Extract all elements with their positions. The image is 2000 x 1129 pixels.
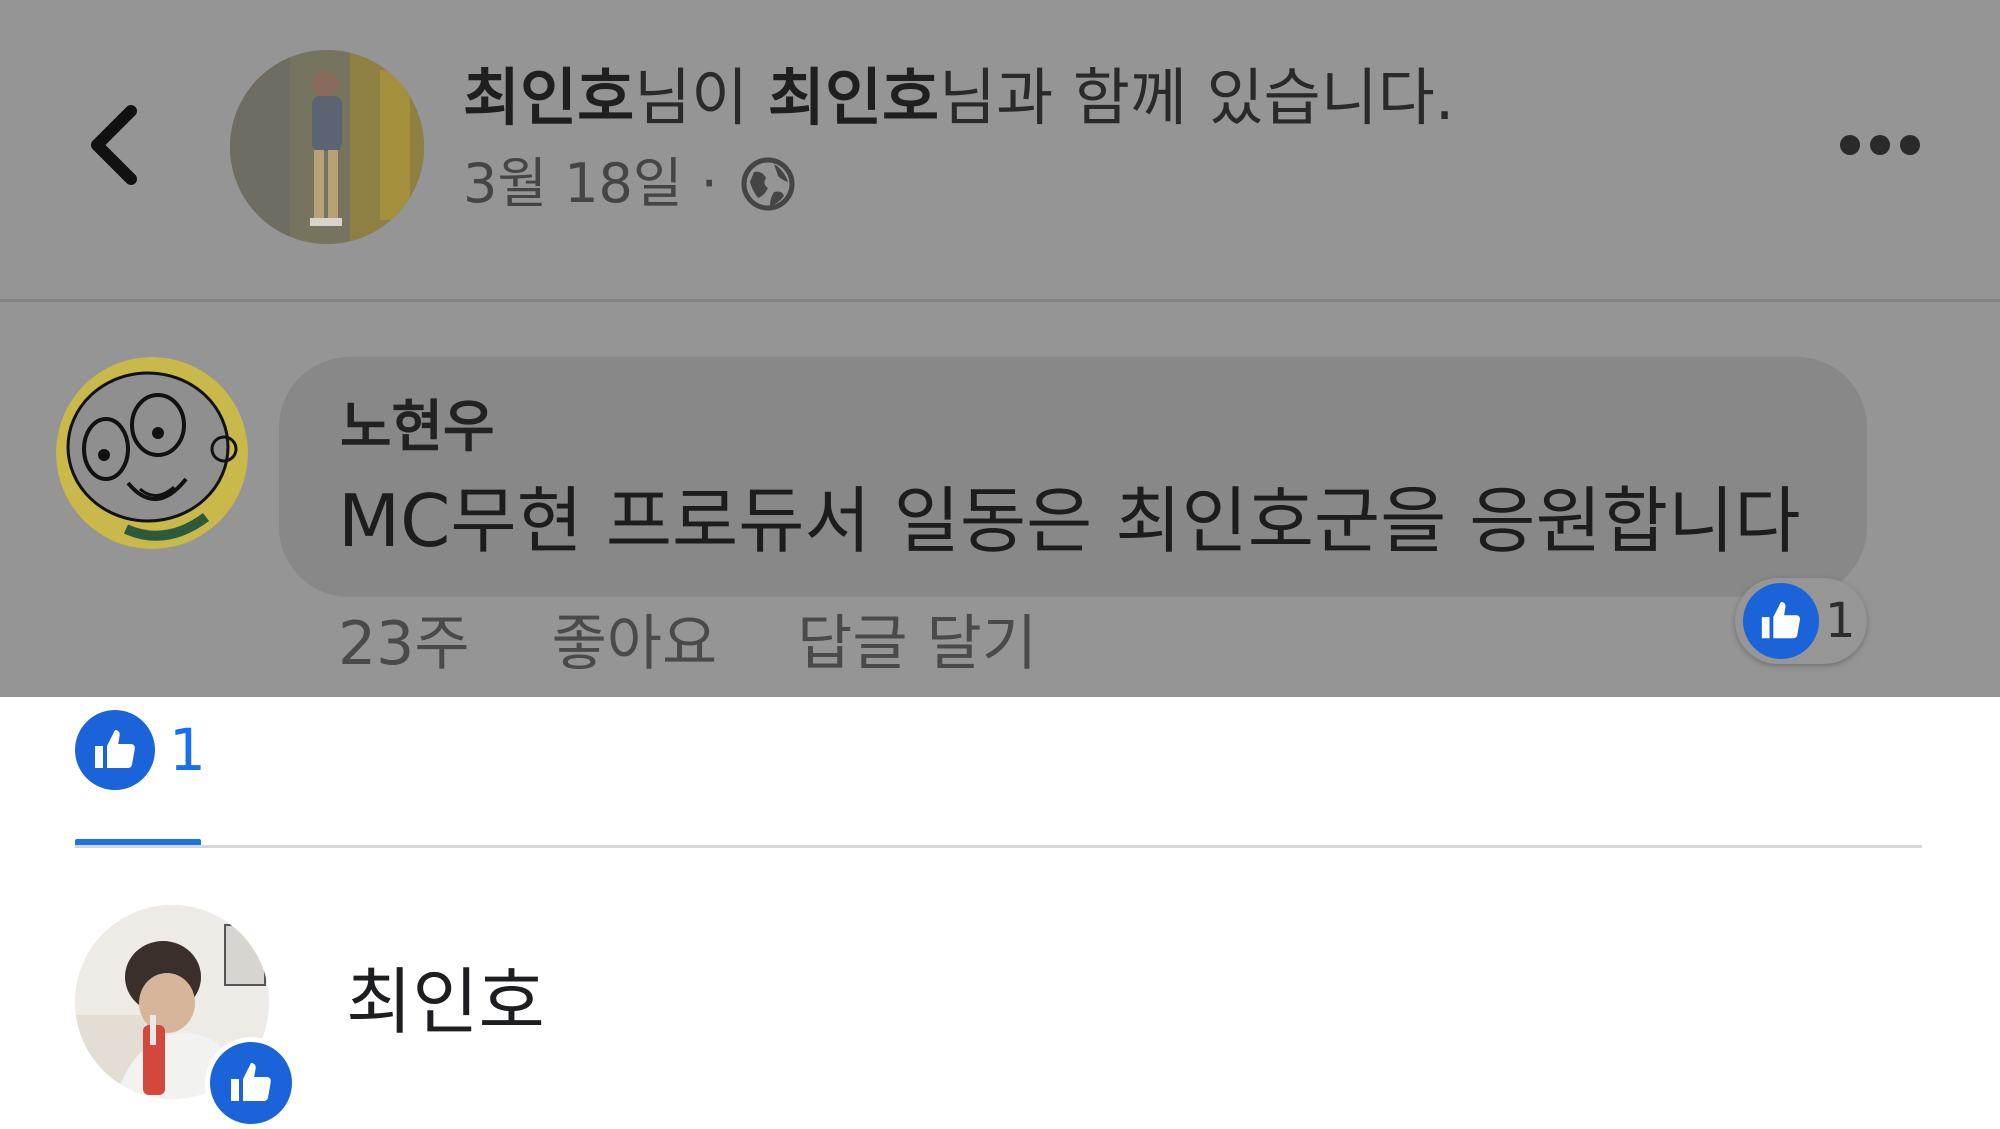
comment-like-button[interactable]: 좋아요 [552,604,718,684]
comment-actions: 23주 좋아요 답글 달기 [338,604,1117,684]
like-icon [1743,583,1819,659]
like-icon [75,710,155,790]
commenter-name[interactable]: 노현우 [340,393,495,463]
comment-reply-button[interactable]: 답글 달기 [797,604,1037,684]
more-dots-icon [1870,135,1890,155]
commenter-avatar[interactable] [56,357,248,549]
post-meta: 3월 18일 · [463,148,796,220]
reactor-name[interactable]: 최인호 [346,957,545,1047]
comment-text: MC무현 프로듀서 일동은 최인호군을 응원합니다 [338,479,1801,563]
tab-like-reactions[interactable]: 1 [75,700,206,800]
header-divider [0,299,2000,302]
globe-icon [740,156,796,212]
list-item[interactable]: 최인호 [75,905,1922,1129]
title-suffix-2: 님과 함께 있습니다. [939,61,1455,134]
comment-reaction-count: 1 [1825,593,1856,649]
tab-reaction-count: 1 [169,716,206,784]
back-button[interactable] [78,100,148,190]
more-dots-icon [1900,135,1920,155]
comment-reaction-badge[interactable]: 1 [1735,578,1867,664]
more-dots-icon [1840,135,1860,155]
comment-time: 23주 [338,609,470,679]
more-options-button[interactable] [1840,125,1920,165]
like-icon [205,1037,297,1129]
post-date[interactable]: 3월 18일 [463,148,683,220]
chevron-left-icon [91,105,137,185]
poster-avatar[interactable] [230,50,424,244]
post-title: 최인호님이 최인호님과 함께 있습니다. [463,58,1455,138]
title-suffix-1: 님이 [634,61,768,134]
meta-separator: · [700,152,718,215]
tagged-name-link[interactable]: 최인호 [768,61,939,134]
tab-divider [75,845,1922,848]
author-name-link[interactable]: 최인호 [463,61,634,134]
